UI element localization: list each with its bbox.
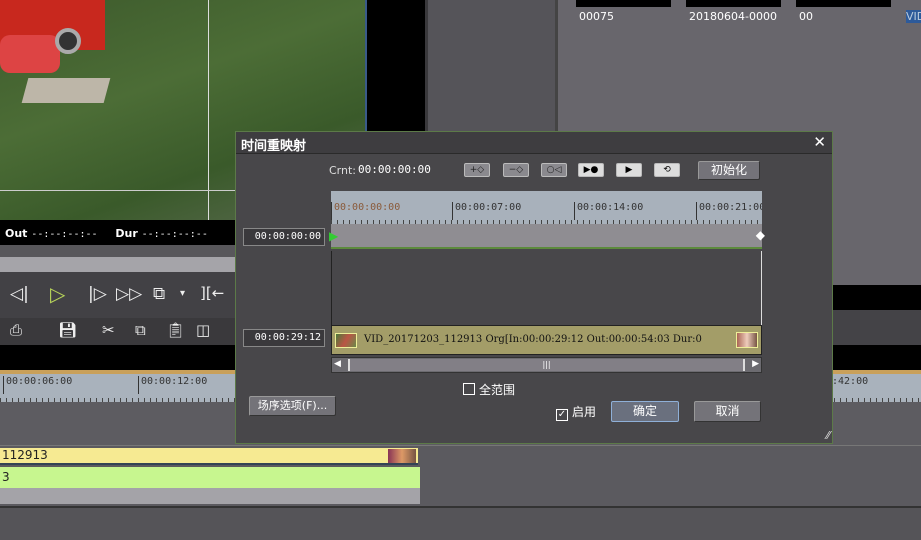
split-icon[interactable]: ◫	[196, 321, 210, 339]
prev-keyframe-icon[interactable]: ○◁	[541, 163, 567, 177]
set-in-icon[interactable]: ][←	[200, 284, 224, 302]
paste-icon[interactable]: 📋︎	[166, 321, 185, 339]
keyframe-track[interactable]: ▶ ◆	[329, 224, 765, 249]
field-options-button[interactable]: 场序选项(F)...	[249, 396, 336, 416]
dur-value: --:--:--:--	[141, 229, 208, 240]
export-icon[interactable]: ⎙	[10, 321, 22, 339]
bin-item-label[interactable]: 20180604-0000	[689, 10, 777, 23]
current-timecode: 00:00:00:00	[358, 163, 431, 176]
clip-thumbnail	[335, 333, 357, 348]
safe-guide-vertical	[208, 0, 209, 220]
dialog-title-bar[interactable]: 时间重映射 ✕	[236, 132, 832, 154]
cancel-button[interactable]: 取消	[694, 401, 761, 422]
save-icon[interactable]: 💾︎	[58, 321, 77, 339]
horizontal-scrollbar[interactable]: ◀ ||| ▶	[331, 357, 762, 373]
position-bar[interactable]	[0, 257, 240, 272]
check-icon[interactable]: ✓	[556, 409, 568, 421]
add-keyframe-icon[interactable]: +◇	[464, 163, 490, 177]
cut-icon[interactable]: ✂	[102, 321, 115, 339]
ruler-tick: 00:00:06:00	[3, 376, 72, 394]
player-status-bar: Out --:--:--:-- Dur --:--:--:--	[0, 220, 240, 245]
preview-wheel	[55, 28, 81, 54]
remap-graph[interactable]	[331, 251, 762, 325]
clip-thumbnail	[388, 449, 416, 463]
next-frame-icon[interactable]: |▷	[88, 284, 107, 304]
ok-button[interactable]: 确定	[611, 401, 679, 422]
bin-item-label[interactable]: 00	[799, 10, 813, 23]
bin-thumb[interactable]	[686, 0, 781, 7]
audio-clip-lower	[0, 488, 420, 504]
current-label: Crnt:	[329, 164, 357, 177]
bin-thumb[interactable]	[576, 0, 671, 7]
audio-clip[interactable]: 3	[0, 467, 420, 488]
resize-grip-icon[interactable]: ⁄⁄	[826, 429, 830, 442]
dur-label: Dur	[115, 227, 138, 240]
video-clip[interactable]: 112913	[0, 448, 418, 465]
keyframe-start-icon[interactable]: ▶	[329, 229, 338, 243]
loop-play-icon[interactable]: ⧉	[153, 284, 165, 304]
clip-info: VID_20171203_112913 Org[In:00:00:29:12 O…	[364, 334, 702, 345]
source-clip[interactable]: VID_20171203_112913 Org[In:00:00:29:12 O…	[331, 325, 762, 355]
top-timecode-field[interactable]: 00:00:00:00	[243, 228, 325, 246]
ruler-tick: 00:00:14:00	[574, 202, 643, 220]
keyframe-end-icon[interactable]: ◆	[756, 228, 765, 242]
copy-icon[interactable]: ⧉	[135, 321, 146, 339]
ruler-tick: 00:00:21:00	[696, 202, 762, 220]
remove-keyframe-icon[interactable]: −◇	[503, 163, 529, 177]
playback-controls: ◁| ▷ |▷ ▷▷ ⧉ ▾ ][←	[0, 272, 240, 318]
checkbox-box[interactable]	[463, 383, 475, 395]
close-icon[interactable]: ✕	[813, 133, 826, 151]
time-remap-dialog: 时间重映射 ✕ Crnt: 00:00:00:00 +◇ −◇ ○◁ ▶● ▶ …	[235, 131, 833, 444]
next-keyframe-icon[interactable]: ▶●	[578, 163, 604, 177]
play-icon[interactable]: ▶	[616, 163, 642, 177]
bin-item-label[interactable]: 00075	[579, 10, 614, 23]
out-label: Out	[5, 227, 28, 240]
initialize-button[interactable]: 初始化	[698, 161, 760, 180]
ruler-tick: :42:00	[832, 376, 869, 387]
bin-item-label-selected[interactable]: VID	[906, 10, 921, 23]
track-bottom	[0, 506, 921, 540]
preview-slab	[21, 78, 111, 103]
audio-clip-label: 3	[2, 470, 10, 484]
edit-toolbar: ⎙ 💾︎ ✂ ⧉ 📋︎ ◫	[0, 318, 240, 345]
ruler-tick: 00:00:00:00	[331, 202, 400, 220]
ruler-tick: 00:00:12:00	[138, 376, 207, 394]
dropdown-icon[interactable]: ▾	[180, 288, 185, 299]
play-icon[interactable]: ▷	[50, 282, 65, 306]
enable-checkbox[interactable]: ✓ 启用	[556, 403, 596, 421]
dialog-ruler[interactable]: 00:00:00:00 00:00:07:00 00:00:14:00 00:0…	[331, 191, 762, 224]
enable-label: 启用	[572, 405, 597, 419]
fast-forward-icon[interactable]: ▷▷	[116, 284, 142, 304]
bottom-timecode-field[interactable]: 00:00:29:12	[243, 329, 325, 347]
divider	[0, 245, 240, 257]
dialog-title: 时间重映射	[241, 139, 307, 154]
ruler-tick: 00:00:07:00	[452, 202, 521, 220]
clip-thumbnail-end	[736, 332, 758, 348]
preview-bag	[0, 35, 60, 73]
full-range-checkbox[interactable]: 全范围	[463, 381, 515, 398]
out-value: --:--:--:--	[31, 229, 98, 240]
loop-icon[interactable]: ⟲	[654, 163, 680, 177]
scroll-left-icon[interactable]: ◀	[334, 359, 341, 369]
bin-thumb[interactable]	[796, 0, 891, 7]
full-range-label: 全范围	[479, 383, 516, 397]
scroll-thumb[interactable]: |||	[348, 359, 745, 371]
prev-frame-icon[interactable]: ◁|	[10, 284, 29, 304]
scroll-right-icon[interactable]: ▶	[752, 359, 759, 369]
video-clip-label: 112913	[2, 448, 48, 462]
